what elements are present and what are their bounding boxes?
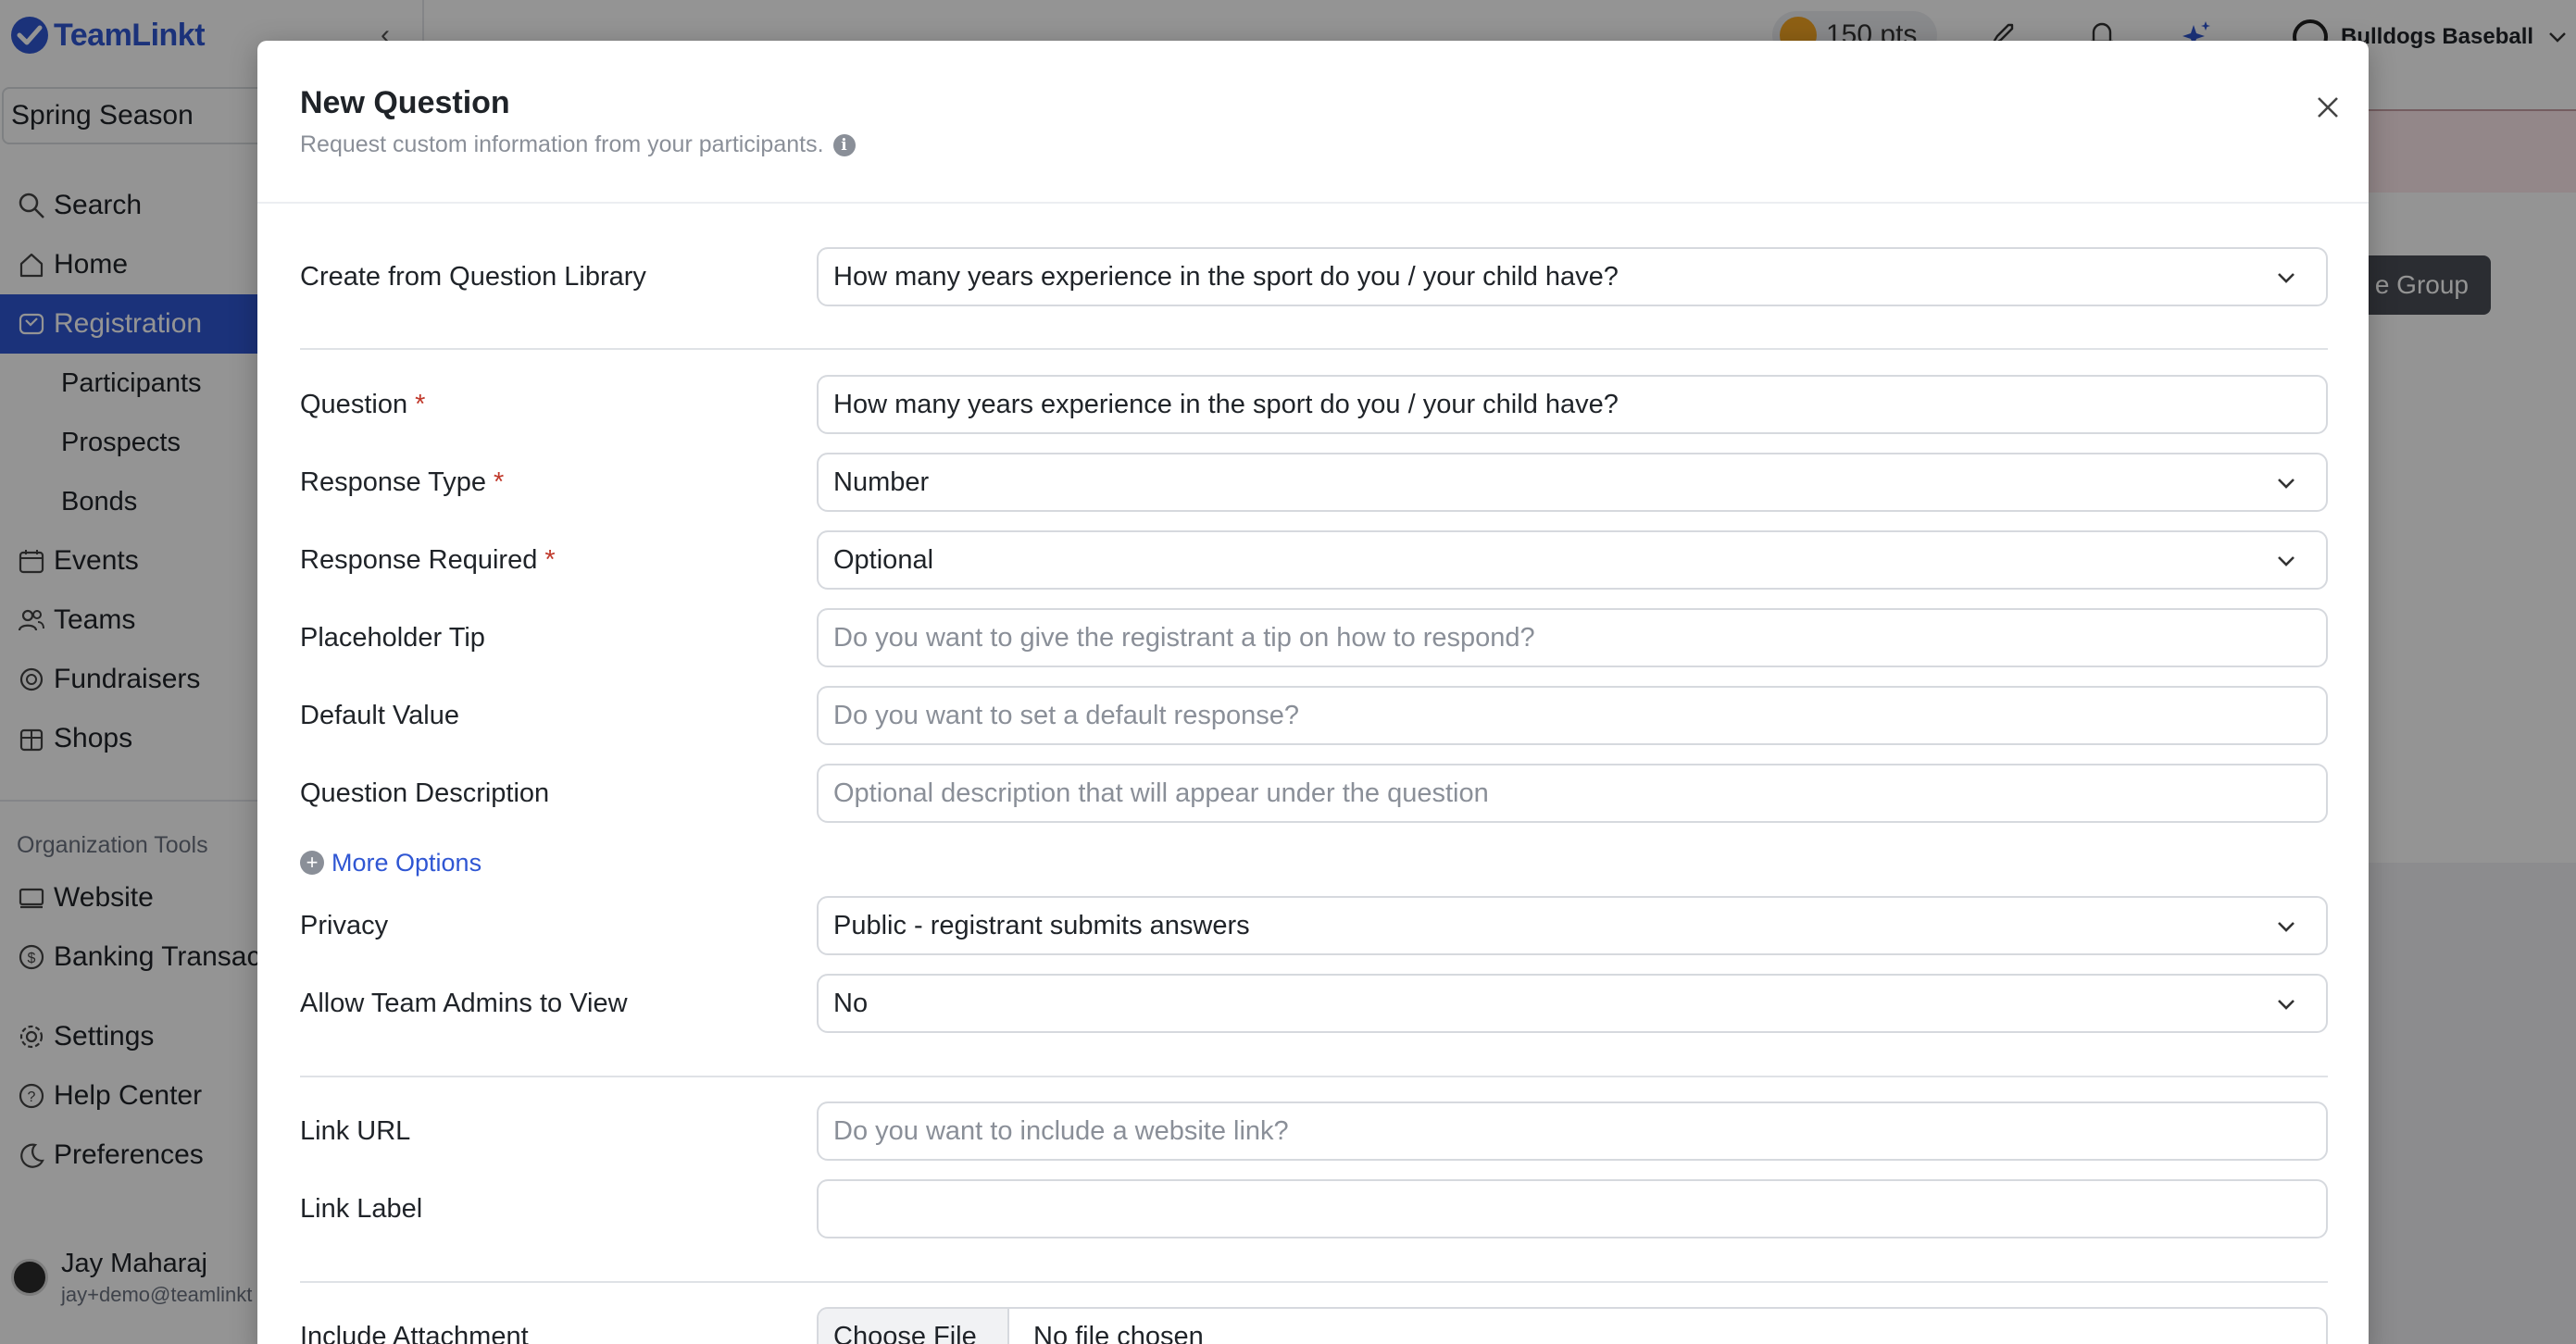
default-value-input[interactable] (817, 686, 2328, 745)
close-icon (2318, 97, 2338, 118)
subtitle-text: Request custom information from your par… (300, 131, 824, 157)
privacy-label: Privacy (300, 910, 389, 940)
question-input[interactable]: How many years experience in the sport d… (817, 375, 2328, 434)
description-label: Question Description (300, 778, 550, 808)
file-status-text: No file chosen (1033, 1321, 1204, 1344)
question-row: Question * How many years experience in t… (300, 375, 2328, 434)
attachment-file-input[interactable]: Choose File No file chosen (817, 1307, 2328, 1344)
default-value-row: Default Value (300, 686, 2328, 745)
response-type-label: Response Type * (300, 453, 504, 512)
placeholder-tip-input[interactable] (817, 608, 2328, 667)
plus-circle-icon: + (300, 851, 324, 875)
placeholder-tip-label: Placeholder Tip (300, 622, 485, 653)
response-type-row: Response Type * Number (300, 453, 2328, 512)
attachment-label: Include Attachment (300, 1321, 529, 1344)
privacy-select[interactable]: Public - registrant submits answers (817, 896, 2328, 955)
section-divider (300, 1076, 2328, 1077)
team-admins-value: No (833, 988, 869, 1018)
library-select[interactable]: How many years experience in the sport d… (817, 247, 2328, 306)
placeholder-tip-row: Placeholder Tip (300, 608, 2328, 667)
required-asterisk: * (544, 544, 556, 575)
response-type-select[interactable]: Number (817, 453, 2328, 512)
privacy-row: Privacy Public - registrant submits answ… (300, 896, 2328, 955)
chevron-down-icon (2278, 273, 2295, 283)
choose-file-button[interactable]: Choose File (819, 1309, 1009, 1344)
response-required-label-text: Response Required (300, 544, 538, 575)
library-label: Create from Question Library (300, 261, 646, 292)
response-required-select[interactable]: Optional (817, 530, 2328, 590)
description-row: Question Description (300, 764, 2328, 823)
link-label-input[interactable] (817, 1179, 2328, 1238)
section-divider (300, 1281, 2328, 1283)
modal-header: New Question Request custom information … (257, 41, 2369, 204)
link-label-row: Link Label (300, 1179, 2328, 1238)
chevron-down-icon (2278, 1000, 2295, 1010)
response-required-label: Response Required * (300, 530, 556, 590)
section-divider (300, 348, 2328, 350)
response-type-label-text: Response Type (300, 467, 486, 497)
chevron-down-icon (2278, 922, 2295, 932)
link-url-input[interactable] (817, 1101, 2328, 1161)
question-label: Question * (300, 375, 425, 434)
default-value-label: Default Value (300, 700, 459, 730)
chevron-down-icon (2278, 479, 2295, 489)
link-url-row: Link URL (300, 1101, 2328, 1161)
privacy-value: Public - registrant submits answers (833, 910, 1250, 940)
more-options-label: More Options (331, 848, 482, 877)
description-input[interactable] (817, 764, 2328, 823)
link-label-label: Link Label (300, 1193, 423, 1224)
new-question-modal: New Question Request custom information … (257, 41, 2369, 1344)
link-url-label: Link URL (300, 1115, 411, 1146)
modal-subtitle: Request custom information from your par… (300, 131, 856, 158)
question-value: How many years experience in the sport d… (833, 389, 1619, 419)
chevron-down-icon (2278, 556, 2295, 566)
library-value: How many years experience in the sport d… (833, 261, 1619, 292)
question-label-text: Question (300, 389, 408, 419)
attachment-row: Include Attachment Choose File No file c… (300, 1307, 2328, 1344)
info-icon[interactable]: i (832, 133, 856, 156)
modal-title: New Question (300, 85, 510, 120)
response-type-value: Number (833, 467, 930, 497)
more-options-link[interactable]: + More Options (300, 844, 481, 881)
library-row: Create from Question Library How many ye… (300, 247, 2328, 306)
response-required-value: Optional (833, 544, 934, 575)
team-admins-label: Allow Team Admins to View (300, 988, 628, 1018)
team-admins-select[interactable]: No (817, 974, 2328, 1033)
required-asterisk: * (494, 467, 505, 497)
team-admins-row: Allow Team Admins to View No (300, 974, 2328, 1033)
required-asterisk: * (415, 389, 426, 419)
close-button[interactable] (2307, 87, 2348, 128)
response-required-row: Response Required * Optional (300, 530, 2328, 590)
